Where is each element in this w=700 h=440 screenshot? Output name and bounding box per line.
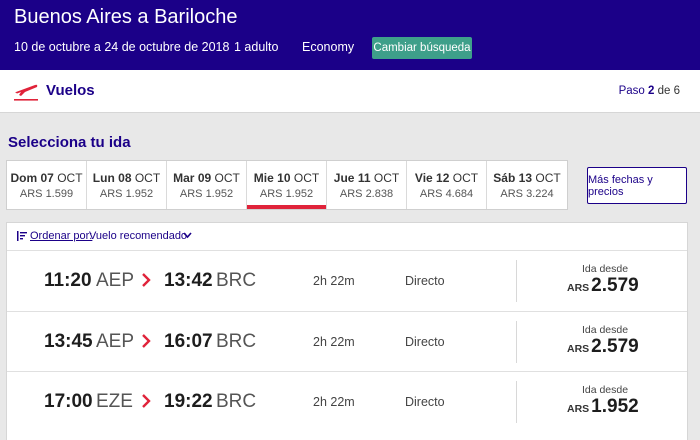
chevron-down-icon[interactable] — [183, 232, 192, 239]
arrival-time: 19:22 — [164, 391, 213, 412]
date-option[interactable]: Lun 08 OCT ARS 1.952 — [87, 161, 167, 209]
date-option-selected[interactable]: Mie 10 OCT ARS 1.952 — [247, 161, 327, 209]
step-total: de 6 — [657, 85, 680, 97]
row-divider — [516, 381, 517, 423]
flight-price[interactable]: ARS 1.952 — [567, 396, 639, 418]
departure-airport: AEP — [96, 270, 135, 291]
date-day: 13 — [518, 171, 533, 185]
date-day: 07 — [40, 171, 54, 185]
date-price: ARS 1.952 — [99, 188, 154, 200]
departure-time: 13:45 — [44, 331, 93, 352]
flight-row[interactable]: 11:20 AEP 13:42 BRC 2h 22m Directo Ida d… — [7, 250, 687, 310]
change-search-button[interactable]: Cambiar búsqueda — [372, 37, 472, 59]
date-month: OCT — [535, 171, 561, 185]
flights-step-bar: Vuelos Paso 2 de 6 — [0, 70, 700, 113]
departure-time: 11:20 — [44, 270, 92, 291]
arrival-airport: BRC — [216, 391, 257, 412]
date-option[interactable]: Jue 11 OCT ARS 2.838 — [327, 161, 407, 209]
date-option[interactable]: Vie 12 OCT ARS 4.684 — [407, 161, 487, 209]
date-price: ARS 4.684 — [419, 188, 474, 200]
step-indicator: Paso 2 de 6 — [619, 85, 680, 97]
passenger-count: 1 adulto — [234, 40, 279, 54]
chevron-right-icon — [142, 273, 151, 287]
cabin-class: Economy — [302, 40, 355, 54]
date-month: OCT — [134, 171, 161, 185]
date-month: OCT — [57, 171, 83, 185]
date-month: OCT — [214, 171, 240, 185]
step-prefix: Paso — [618, 85, 645, 97]
arrival-time: 16:07 — [164, 331, 213, 352]
price-amount: 2.579 — [591, 275, 639, 296]
date-month: OCT — [373, 171, 400, 185]
chevron-right-icon — [142, 394, 151, 408]
price-amount: 1.952 — [591, 396, 639, 417]
plane-takeoff-icon — [14, 84, 38, 101]
date-weekday: Vie — [414, 171, 433, 185]
flight-price[interactable]: ARS 2.579 — [567, 336, 639, 358]
flight-results: Ordenar por: Vuelo recomendado 11:20 AEP… — [6, 222, 688, 440]
departure-airport: EZE — [96, 391, 133, 412]
date-price: ARS 1.599 — [19, 188, 74, 200]
flight-row[interactable]: 13:45 AEP 16:07 BRC 2h 22m Directo Ida d… — [7, 311, 687, 371]
flight-duration: 2h 22m — [313, 335, 355, 349]
search-summary-header: Buenos Aires a Bariloche 10 de octubre a… — [0, 0, 700, 70]
price-currency: ARS — [567, 403, 590, 415]
departure-airport: AEP — [96, 331, 135, 352]
date-weekday: Mie — [253, 171, 274, 185]
sort-by-link[interactable]: Ordenar por: — [30, 230, 92, 242]
arrival-time: 13:42 — [164, 270, 213, 291]
arrival-airport: BRC — [216, 270, 257, 291]
date-weekday: Sáb — [493, 171, 516, 185]
price-amount: 2.579 — [591, 336, 639, 357]
flight-row[interactable]: 17:00 EZE 19:22 BRC 2h 22m Directo Ida d… — [7, 371, 687, 431]
date-month: OCT — [293, 171, 320, 185]
more-dates-button[interactable]: Más fechas y precios — [587, 167, 687, 204]
date-day: 10 — [277, 171, 291, 185]
flights-label: Vuelos — [46, 82, 95, 99]
arrival-airport: BRC — [216, 331, 257, 352]
date-day: 12 — [436, 171, 450, 185]
flight-stops: Directo — [405, 274, 445, 288]
price-label: Ida desde — [581, 324, 629, 336]
price-label: Ida desde — [581, 384, 629, 396]
trip-dates: 10 de octubre a 24 de octubre de 2018 — [14, 40, 230, 54]
date-day: 09 — [197, 171, 212, 185]
date-day: 11 — [357, 171, 371, 185]
date-weekday: Mar — [173, 171, 195, 185]
date-weekday: Lun — [92, 171, 115, 185]
date-day: 08 — [118, 171, 132, 185]
date-option[interactable]: Mar 09 OCT ARS 1.952 — [167, 161, 247, 209]
flight-stops: Directo — [405, 335, 445, 349]
departure-time: 17:00 — [44, 391, 93, 412]
row-divider — [516, 260, 517, 302]
date-option[interactable]: Sáb 13 OCT ARS 3.224 — [487, 161, 567, 209]
flight-stops: Directo — [405, 395, 445, 409]
date-option[interactable]: Dom 07 OCT ARS 1.599 — [7, 161, 87, 209]
flight-duration: 2h 22m — [313, 395, 355, 409]
section-title: Selecciona tu ida — [8, 134, 131, 151]
date-weekday: Dom — [10, 171, 38, 185]
sort-icon — [17, 231, 27, 241]
date-price: ARS 3.224 — [500, 188, 554, 200]
date-price: ARS 1.952 — [179, 188, 234, 200]
price-currency: ARS — [567, 343, 590, 355]
date-month: OCT — [452, 171, 479, 185]
date-price: ARS 1.952 — [259, 188, 314, 200]
step-current: 2 — [648, 85, 655, 97]
price-label: Ida desde — [581, 263, 629, 275]
date-price: ARS 2.838 — [339, 188, 394, 200]
sort-value-dropdown[interactable]: Vuelo recomendado — [89, 230, 187, 242]
date-selector: Dom 07 OCT ARS 1.599 Lun 08 OCT ARS 1.95… — [6, 160, 568, 210]
price-currency: ARS — [567, 282, 590, 294]
flight-duration: 2h 22m — [313, 274, 355, 288]
flight-price[interactable]: ARS 2.579 — [567, 275, 639, 297]
chevron-right-icon — [142, 334, 151, 348]
route-title: Buenos Aires a Bariloche — [14, 6, 238, 28]
row-divider — [516, 321, 517, 363]
date-weekday: Jue — [333, 171, 355, 185]
sort-bar: Ordenar por: Vuelo recomendado — [7, 223, 687, 251]
